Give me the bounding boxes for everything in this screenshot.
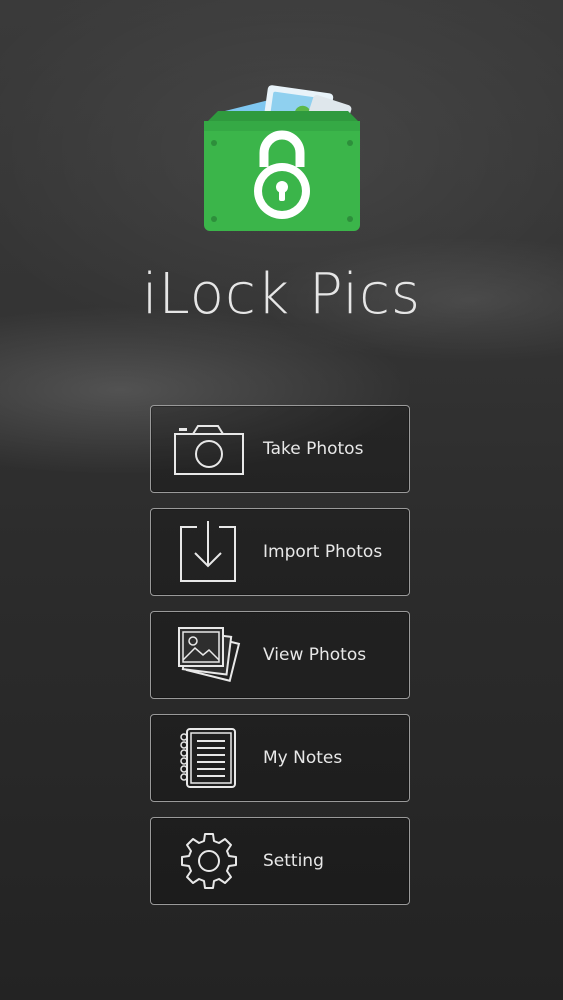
camera-icon xyxy=(174,425,244,475)
take-photos-label: Take Photos xyxy=(263,439,364,459)
import-photos-label: Import Photos xyxy=(263,542,383,562)
app-logo-lock-icon xyxy=(204,85,360,231)
notebook-icon xyxy=(180,728,236,788)
gear-icon xyxy=(181,833,237,889)
import-photos-button[interactable]: Import Photos xyxy=(150,508,410,596)
photos-icon xyxy=(178,627,241,682)
app-title: iLock Pics xyxy=(141,262,422,327)
setting-label: Setting xyxy=(263,851,324,871)
take-photos-button[interactable]: Take Photos xyxy=(150,405,410,493)
import-icon xyxy=(180,521,236,582)
my-notes-button[interactable]: My Notes xyxy=(150,714,410,802)
setting-button[interactable]: Setting xyxy=(150,817,410,905)
view-photos-button[interactable]: View Photos xyxy=(150,611,410,699)
my-notes-label: My Notes xyxy=(263,748,343,768)
view-photos-label: View Photos xyxy=(263,645,367,665)
